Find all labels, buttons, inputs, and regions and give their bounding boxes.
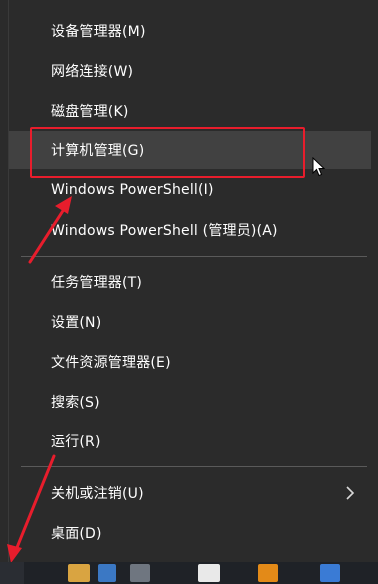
- menu-item-disk-management[interactable]: 磁盘管理(K): [9, 92, 369, 130]
- menu-item-label: 磁盘管理(K): [51, 104, 129, 120]
- menu-item-file-explorer[interactable]: 文件资源管理器(E): [9, 343, 369, 381]
- taskbar-app-icon[interactable]: [258, 564, 278, 582]
- menu-item-label: 计算机管理(G): [51, 143, 145, 159]
- chevron-right-icon: [346, 486, 355, 500]
- menu-item-shutdown-signout[interactable]: 关机或注销(U): [9, 474, 369, 512]
- menu-item-label: 搜索(S): [51, 395, 100, 411]
- taskbar: [0, 562, 378, 584]
- menu-item-label: 任务管理器(T): [51, 275, 143, 291]
- menu-item-run[interactable]: 运行(R): [9, 422, 369, 460]
- menu-item-powershell-admin[interactable]: Windows PowerShell (管理员)(A): [9, 211, 369, 249]
- menu-item-device-manager[interactable]: 设备管理器(M): [9, 12, 369, 50]
- menu-item-label: 关机或注销(U): [51, 486, 144, 502]
- menu-item-label: 网络连接(W): [51, 64, 134, 80]
- menu-item-label: Windows PowerShell (管理员)(A): [51, 223, 278, 239]
- menu-item-label: 设置(N): [51, 315, 102, 331]
- menu-item-label: 桌面(D): [51, 526, 102, 542]
- menu-item-label: Windows PowerShell(I): [51, 182, 214, 198]
- start-button[interactable]: [0, 562, 24, 584]
- menu-item-label: 运行(R): [51, 434, 101, 450]
- menu-item-network-connections[interactable]: 网络连接(W): [9, 52, 369, 90]
- winx-context-menu: 设备管理器(M) 网络连接(W) 磁盘管理(K) 计算机管理(G) Window…: [8, 0, 378, 562]
- menu-separator: [21, 466, 367, 467]
- menu-separator: [21, 256, 367, 257]
- taskbar-app-icon[interactable]: [98, 564, 116, 582]
- menu-item-label: 文件资源管理器(E): [51, 355, 171, 371]
- menu-item-desktop[interactable]: 桌面(D): [9, 514, 369, 552]
- taskbar-app-icon[interactable]: [130, 564, 150, 582]
- taskbar-app-icon[interactable]: [68, 564, 90, 582]
- mouse-pointer-icon: [312, 157, 326, 177]
- menu-item-label: 设备管理器(M): [51, 24, 146, 40]
- taskbar-app-icon[interactable]: [320, 564, 340, 582]
- taskbar-app-icon[interactable]: [198, 564, 220, 582]
- menu-item-search[interactable]: 搜索(S): [9, 383, 369, 421]
- menu-item-settings[interactable]: 设置(N): [9, 303, 369, 341]
- menu-item-task-manager[interactable]: 任务管理器(T): [9, 263, 369, 301]
